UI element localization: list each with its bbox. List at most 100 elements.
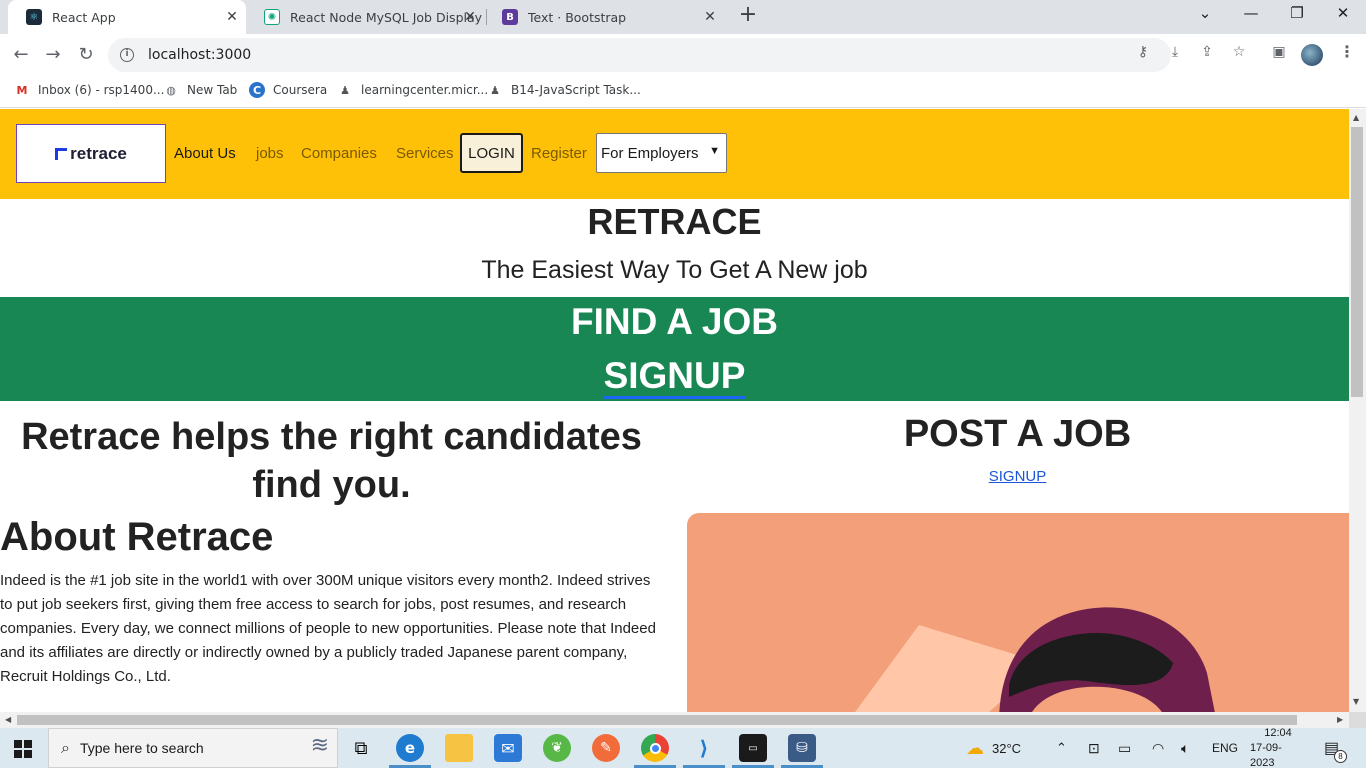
side-panel-icon[interactable]: ▣ [1269,42,1289,62]
bootstrap-icon: B [502,9,518,25]
browser-tab-strip: ⚛ React App ✕ ✺ React Node MySQL Job Dis… [0,0,1366,34]
forward-icon[interactable]: → [42,44,64,66]
person-icon: ♟ [490,83,500,97]
address-bar[interactable]: i localhost:3000 [108,38,1171,72]
bookmark-js-task[interactable]: ♟ B14-JavaScript Task... [487,82,641,98]
tab-title: React Node MySQL Job Display [290,9,483,25]
postman-icon[interactable]: ✎ [592,734,620,762]
windows-taskbar: ⌕ Type here to search ≋ ⧉ e ✉ ❦ ✎ ⟩ ▭ ⛁ … [0,726,1366,768]
minimize-button[interactable]: — [1239,4,1263,26]
mysql-workbench-icon[interactable]: ⛁ [788,734,816,762]
notification-badge: 8 [1334,750,1347,763]
signup-link-text[interactable]: SIGNUP [603,355,746,399]
clock-time: 12:04 [1264,726,1292,739]
tab-title: Text · Bootstrap [528,9,627,25]
vscode-icon[interactable]: ⟩ [690,734,718,762]
coursera-icon: C [249,82,265,98]
horizontal-scroll-thumb[interactable] [17,715,1297,725]
close-icon[interactable]: ✕ [224,9,240,25]
browser-toolbar: ← → ↻ i localhost:3000 ⚷ ⤓ ⇪ ☆ ▣ ⋮ [0,34,1366,76]
tab-react-app[interactable]: ⚛ React App ✕ [8,0,246,34]
bookmark-label: Inbox (6) - rsp1400... [38,83,165,97]
back-icon[interactable]: ← [10,44,32,66]
about-paragraph: Indeed is the #1 job site in the world1 … [0,572,656,685]
key-icon[interactable]: ⚷ [1133,42,1153,62]
globe-icon: ◍ [166,83,176,97]
bookmark-coursera[interactable]: C Coursera [249,82,327,98]
site-info-icon[interactable]: i [120,48,134,62]
gmail-icon: M [16,83,28,97]
reload-icon[interactable]: ↻ [75,44,97,66]
profile-avatar[interactable] [1301,44,1323,66]
weather-temp: 32°C [992,740,1022,756]
nav-register[interactable]: Register [531,145,587,162]
vertical-scroll-thumb[interactable] [1351,127,1363,397]
nav-jobs[interactable]: jobs [256,145,284,162]
about-heading: About Retrace [0,515,274,559]
post-job-heading: POST A JOB [903,413,1132,455]
task-view-icon[interactable]: ⧉ [347,734,375,762]
find-job-band: FIND A JOB SIGNUP [0,297,1349,401]
tab-job-display[interactable]: ✺ React Node MySQL Job Display ✕ [246,0,484,34]
restore-button[interactable]: ❐ [1285,4,1309,26]
spring-tool-icon[interactable]: ❦ [543,734,571,762]
bookmark-label: learningcenter.micr... [361,83,489,97]
nav-services[interactable]: Services [396,145,454,162]
signup-link-large[interactable]: SIGNUP [0,355,1349,399]
nav-about-us[interactable]: About Us [174,145,236,162]
bookmarks-bar: M Inbox (6) - rsp1400... ◍ New Tab C Cou… [0,76,1366,108]
weather-cloud-icon: ☁ [966,737,984,758]
bookmark-label: B14-JavaScript Task... [511,83,641,97]
retrace-logo-icon [55,147,68,160]
bookmark-learningcenter[interactable]: ♟ learningcenter.micr... [337,82,488,98]
signup-link-small[interactable]: SIGNUP [686,468,1349,485]
chevron-down-icon: ▼ [709,145,720,157]
search-icon: ⌕ [61,738,70,757]
search-placeholder: Type here to search [79,740,204,756]
close-window-button[interactable]: ✕ [1331,4,1355,26]
url-text: localhost:3000 [148,47,252,63]
login-button[interactable]: LOGIN [460,133,523,173]
bookmark-star-icon[interactable]: ☆ [1229,42,1249,62]
logo-text: retrace [70,143,127,163]
language-indicator[interactable]: ENG [1212,728,1238,768]
edge-icon[interactable]: e [396,734,424,762]
install-icon[interactable]: ⤓ [1165,42,1185,62]
mail-icon[interactable]: ✉ [494,734,522,762]
bookmark-label: Coursera [273,83,328,97]
close-icon[interactable]: ✕ [462,9,478,25]
clock[interactable]: 12:04 17-09-2023 [1250,726,1306,768]
terminal-icon[interactable]: ▭ [739,734,767,762]
scroll-down-icon[interactable]: ▼ [1353,697,1359,706]
horizontal-scrollbar[interactable]: ◀ ▶ [0,712,1349,728]
menu-icon[interactable]: ⋮ [1339,42,1355,61]
scroll-left-icon[interactable]: ◀ [5,715,11,724]
scroll-right-icon[interactable]: ▶ [1337,715,1343,724]
battery-icon[interactable]: ▭ [1118,728,1131,768]
bookmark-gmail[interactable]: M Inbox (6) - rsp1400... [14,82,165,98]
volume-icon[interactable]: 🔈︎ [1181,728,1189,768]
meet-now-icon[interactable]: ⊡ [1088,728,1100,768]
windows-start-icon[interactable] [14,740,32,758]
file-explorer-icon[interactable] [445,734,473,762]
site-logo[interactable]: retrace [16,124,166,183]
close-icon[interactable]: ✕ [702,9,718,25]
select-value: For Employers [601,144,699,162]
scroll-up-icon[interactable]: ▲ [1353,113,1359,122]
share-icon[interactable]: ⇪ [1197,42,1217,62]
notification-center[interactable]: ▤ 8 [1324,728,1347,768]
tagline-heading: Retrace helps the right candidates find … [21,416,642,506]
taskbar-search-box[interactable]: ⌕ Type here to search ≋ [48,728,338,768]
bookmark-new-tab[interactable]: ◍ New Tab [163,82,237,98]
weather-widget[interactable]: ☁ 32°C [966,728,1021,768]
nav-companies[interactable]: Companies [301,145,377,162]
employer-select[interactable]: For Employers ▼ [596,133,727,173]
scrollbar-corner [1349,712,1366,728]
new-tab-button[interactable]: + [737,4,759,27]
tab-search-icon[interactable]: ⌄ [1193,4,1217,26]
chrome-icon[interactable] [641,734,669,762]
show-hidden-icons[interactable]: ⌃ [1056,728,1067,768]
vertical-scrollbar[interactable]: ▲ ▼ [1349,109,1366,712]
wifi-icon[interactable]: ◠ [1152,728,1164,768]
tab-bootstrap[interactable]: B Text · Bootstrap ✕ [484,0,724,34]
